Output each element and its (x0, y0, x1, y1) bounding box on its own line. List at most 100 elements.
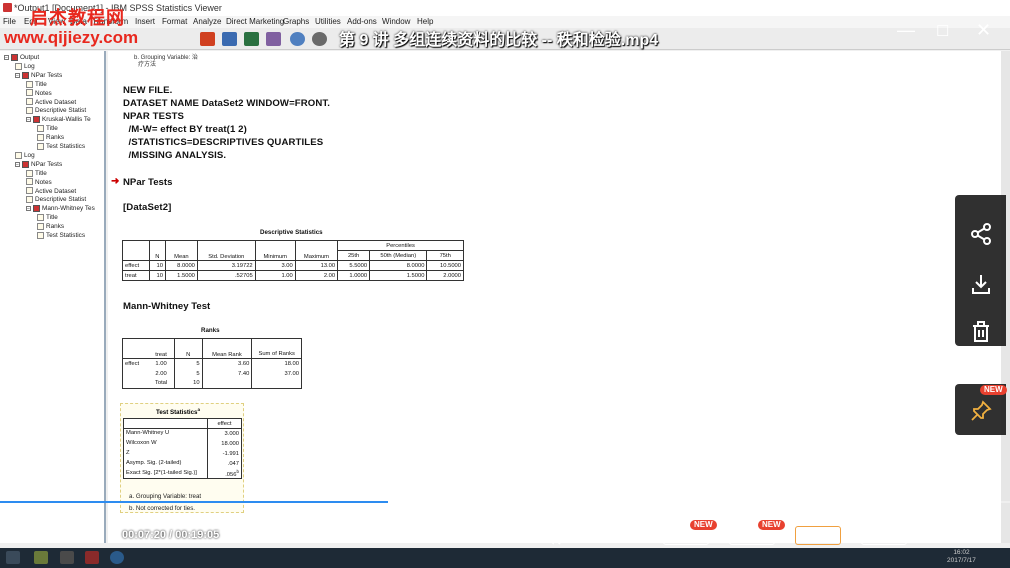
tree-item[interactable]: − Kruskal-Wallis Te (26, 115, 91, 124)
tree-item[interactable]: Descriptive Statist (26, 106, 86, 115)
maximize-icon[interactable]: ☐ (936, 22, 949, 40)
tree-item[interactable]: Active Dataset (26, 187, 76, 196)
download-icon[interactable] (969, 272, 993, 296)
tree-item[interactable]: Log (15, 62, 35, 71)
system-clock: 16:02 2017/7/17 (947, 549, 976, 565)
pause-icon[interactable] (22, 528, 36, 546)
menu-direct-marketing[interactable]: Direct Marketing (226, 17, 284, 26)
menu-format[interactable]: Format (162, 17, 187, 26)
menu-analyze[interactable]: Analyze (193, 17, 221, 26)
tree-item[interactable]: Title (26, 80, 47, 89)
toolbar-grid-icon[interactable] (222, 32, 237, 46)
menu-graphs[interactable]: Graphs (283, 17, 309, 26)
tree-item[interactable]: Descriptive Statist (26, 195, 86, 204)
menu-addons[interactable]: Add-ons (347, 17, 377, 26)
collapse-toggle-icon[interactable]: − (15, 72, 20, 78)
book-icon (22, 71, 29, 79)
book-icon (11, 53, 18, 61)
table-cell: -1.991 (207, 448, 242, 459)
tree-item[interactable]: − Output (4, 53, 39, 62)
volume-slider[interactable] (568, 532, 648, 540)
tree-item[interactable]: − Mann-Whitney Tes (26, 204, 95, 213)
volume-knob[interactable] (568, 532, 576, 540)
tree-item[interactable]: Active Dataset (26, 98, 76, 107)
tree-item[interactable]: Log (15, 151, 35, 160)
close-icon[interactable]: ✕ (976, 20, 991, 41)
previous-icon[interactable] (59, 528, 75, 546)
fullscreen-icon[interactable] (931, 528, 947, 546)
page-icon (26, 169, 33, 177)
next-icon[interactable] (85, 528, 101, 546)
table-cell: 3.60 (201, 358, 253, 369)
mann-whitney-heading: Mann-Whitney Test (123, 301, 211, 312)
tree-item[interactable]: Test Statistics (37, 231, 85, 240)
tree-item[interactable]: Notes (26, 178, 52, 187)
tree-item-label: Ranks (46, 223, 65, 231)
menu-help[interactable]: Help (417, 17, 433, 26)
clock-date: 2017/7/17 (947, 557, 976, 564)
tree-item[interactable]: Title (37, 124, 58, 133)
toolbar-goto-icon[interactable] (200, 32, 215, 46)
menu-file[interactable]: File (3, 17, 16, 26)
menu-insert[interactable]: Insert (135, 17, 155, 26)
menu-utilities[interactable]: Utilities (315, 17, 341, 26)
table-header-cell: N (173, 338, 203, 359)
pin-icon[interactable] (969, 399, 993, 423)
table-cell: 3.00 (254, 260, 296, 271)
taskbar-app-icon[interactable] (34, 551, 48, 564)
table-cell: 18.000 (207, 438, 242, 449)
quality-button[interactable]: 高清 (795, 526, 841, 545)
taskbar-app-icon[interactable] (60, 551, 74, 564)
minimize-icon[interactable]: — (897, 20, 915, 41)
tree-item[interactable]: Title (26, 169, 47, 178)
table-cell: 10 (148, 270, 166, 281)
table-cell: Total (148, 378, 175, 389)
taskbar-app-icon[interactable] (85, 551, 99, 564)
table-cell: 2.00 (294, 270, 339, 281)
table-header-cell (123, 418, 208, 429)
trash-icon[interactable] (969, 320, 993, 344)
video-progress-bar[interactable] (0, 501, 1010, 503)
table-cell: 8.0000 (164, 260, 198, 271)
subtitle-button[interactable]: 字幕 (861, 526, 907, 545)
toolbar-down-icon[interactable] (244, 32, 259, 46)
table-header-cell: Mean (164, 240, 198, 261)
table-cell: 18.00 (251, 358, 302, 369)
tree-item[interactable]: − NPar Tests (15, 160, 62, 169)
tree-item[interactable]: Title (37, 213, 58, 222)
mute-icon[interactable] (542, 527, 562, 549)
table-cell: 5 (173, 368, 203, 379)
tree-item[interactable]: − NPar Tests (15, 71, 62, 80)
ranks-table-title: Ranks (201, 327, 220, 334)
playlist-icon[interactable] (962, 528, 980, 546)
tree-item-label: Log (24, 62, 35, 70)
book-icon (22, 160, 29, 168)
tree-item[interactable]: Ranks (37, 133, 64, 142)
table-cell: 1.5000 (164, 270, 198, 281)
new-badge: NEW (980, 385, 1007, 395)
footnote-marker: a (197, 407, 201, 412)
toolbar-circle-icon[interactable] (290, 32, 305, 46)
tree-item[interactable]: Test Statistics (37, 142, 85, 151)
page-icon (26, 196, 33, 204)
collapse-toggle-icon[interactable]: − (4, 54, 9, 60)
collapse-toggle-icon[interactable]: − (26, 117, 31, 123)
toolbar-scale-icon[interactable] (312, 32, 327, 46)
table-cell: .056b (207, 468, 242, 479)
start-icon[interactable] (6, 551, 20, 564)
collapse-toggle-icon[interactable]: − (15, 161, 20, 167)
table-cell: 10.5000 (426, 260, 464, 271)
tree-item[interactable]: Notes (26, 89, 52, 98)
time-separator: / (169, 529, 173, 541)
table-cell: 10 (148, 260, 166, 271)
table-row: treat 10 1.5000.52705 1.00 2.00 1.0000 1.5000 2… (122, 270, 464, 281)
toolbar-variable-icon[interactable] (266, 32, 281, 46)
test-statistics-title: Test Statisticsa (156, 407, 200, 416)
collapse-toggle-icon[interactable]: − (26, 206, 31, 212)
menu-window[interactable]: Window (382, 17, 410, 26)
spss-app-icon (3, 3, 12, 12)
tree-item[interactable]: Ranks (37, 222, 64, 231)
table-header-cell: 25th (337, 250, 371, 261)
taskbar-app-icon[interactable] (110, 551, 124, 564)
share-icon[interactable] (969, 222, 993, 246)
